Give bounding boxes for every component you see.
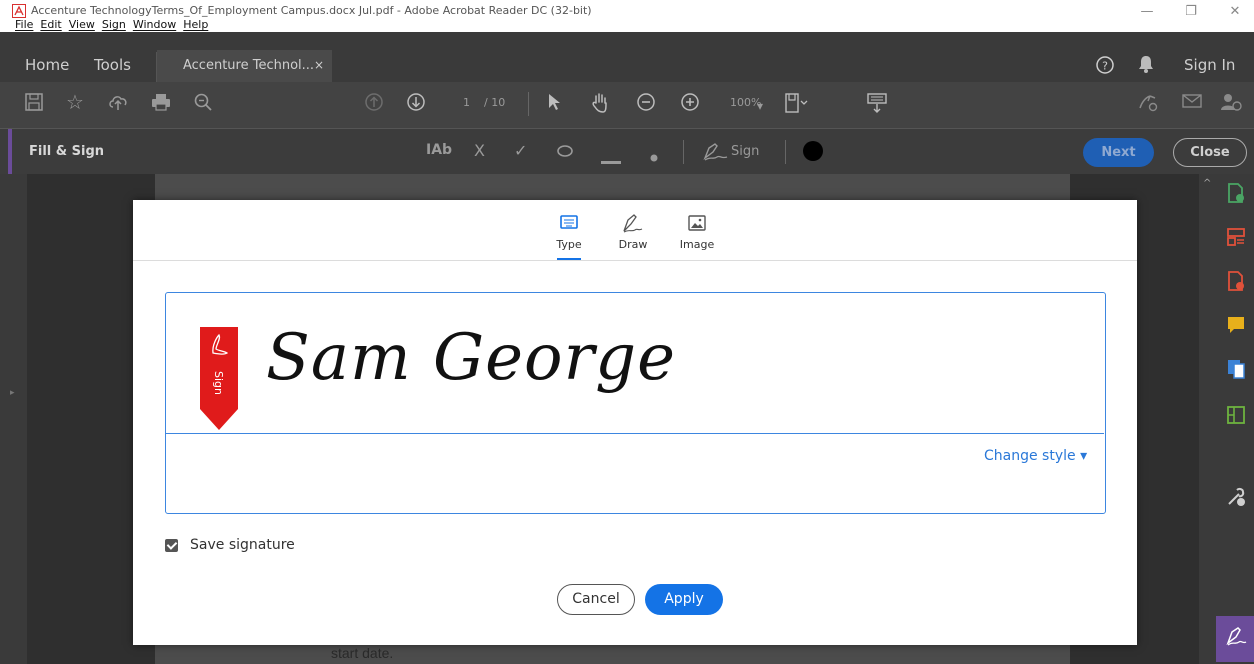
menu-help[interactable]: Help xyxy=(183,18,208,32)
menu-window[interactable]: Window xyxy=(133,18,176,32)
main-toolbar: ☆ ▾ xyxy=(0,82,1254,128)
document-text: start date. xyxy=(331,645,394,661)
add-text-tool[interactable]: IAb xyxy=(426,142,452,158)
share-icon[interactable] xyxy=(1137,92,1159,115)
change-style-dropdown[interactable]: Change style ▾ xyxy=(984,448,1087,464)
select-cursor-icon[interactable] xyxy=(546,92,562,115)
menu-view[interactable]: View xyxy=(69,18,95,32)
sign-pen-icon[interactable] xyxy=(703,142,729,166)
comment-icon[interactable] xyxy=(1225,314,1247,336)
page-up-icon[interactable] xyxy=(364,92,384,115)
help-icon[interactable]: ? xyxy=(1095,55,1115,79)
tab-document-label: Accenture Technol... xyxy=(183,58,315,73)
window-close-button[interactable]: ✕ xyxy=(1220,4,1250,19)
bookmark-star-icon[interactable]: ☆ xyxy=(66,92,84,112)
scroll-mode-icon[interactable] xyxy=(866,92,888,117)
toolbar-divider xyxy=(528,92,529,116)
apply-button[interactable]: Apply xyxy=(645,584,723,615)
tab-image[interactable]: Image xyxy=(675,213,719,251)
fill-sign-panel-icon[interactable] xyxy=(1225,626,1247,648)
tab-close-icon[interactable]: × xyxy=(314,58,324,72)
dot-tool-icon[interactable] xyxy=(650,147,658,166)
bell-icon[interactable] xyxy=(1138,55,1154,77)
zoom-in-icon[interactable] xyxy=(680,92,700,115)
tab-type[interactable]: Type xyxy=(547,213,591,251)
page-number-input[interactable]: 1 xyxy=(463,96,470,109)
scroll-up-icon[interactable]: ^ xyxy=(1203,178,1211,189)
menu-bar: File Edit View Sign Window Help xyxy=(0,18,208,32)
vertical-scrollbar[interactable]: ^ xyxy=(1199,174,1216,664)
cross-mark-tool[interactable]: X xyxy=(474,141,485,160)
fill-sign-title: Fill & Sign xyxy=(29,144,105,159)
email-icon[interactable] xyxy=(1182,92,1202,113)
signature-preview: Sam George xyxy=(266,321,676,395)
page-fit-icon[interactable] xyxy=(784,92,808,117)
check-mark-tool[interactable]: ✓ xyxy=(514,141,527,160)
left-panel-collapsed[interactable]: ▸ xyxy=(0,174,27,664)
save-signature-checkbox[interactable] xyxy=(165,538,178,552)
menu-edit[interactable]: Edit xyxy=(40,18,61,32)
page-total: / 10 xyxy=(484,96,506,109)
minimize-button[interactable]: — xyxy=(1132,4,1162,19)
fill-sign-divider xyxy=(683,140,684,164)
adobe-sign-ribbon-icon: Sign xyxy=(200,327,238,430)
keyboard-icon xyxy=(560,215,578,229)
save-signature-option[interactable]: Save signature xyxy=(165,537,295,553)
tab-tools[interactable]: Tools xyxy=(94,56,131,74)
menu-file[interactable]: File xyxy=(15,18,33,32)
tab-type-label: Type xyxy=(556,238,582,251)
save-icon[interactable] xyxy=(24,92,44,115)
sign-in-link[interactable]: Sign In xyxy=(1184,56,1235,74)
zoom-search-icon[interactable] xyxy=(193,92,213,115)
zoom-out-icon[interactable] xyxy=(636,92,656,115)
page-down-icon[interactable] xyxy=(406,92,426,115)
cancel-button[interactable]: Cancel xyxy=(557,584,635,615)
tabs-divider xyxy=(133,260,1137,261)
tab-image-label: Image xyxy=(679,238,715,251)
title-bar: Accenture TechnologyTerms_Of_Employment … xyxy=(0,0,1254,32)
image-icon xyxy=(688,215,706,231)
signature-dialog: Type Draw Image Sign Sam George Change s… xyxy=(133,200,1137,645)
next-button[interactable]: Next xyxy=(1083,138,1154,167)
create-pdf-icon[interactable] xyxy=(1225,270,1247,292)
line-tool-icon[interactable] xyxy=(601,150,621,169)
fill-sign-toolbar: Fill & Sign IAb X ✓ Sign Next Close xyxy=(0,128,1254,175)
more-tools-icon[interactable] xyxy=(1225,486,1247,508)
acrobat-icon xyxy=(12,4,26,18)
sign-tool-label[interactable]: Sign xyxy=(731,144,759,159)
organize-pages-icon[interactable] xyxy=(1225,226,1247,248)
ribbon-sign-text: Sign xyxy=(212,371,225,395)
fill-sign-divider-2 xyxy=(785,140,786,164)
zoom-level[interactable]: 100% xyxy=(730,96,761,109)
tab-draw[interactable]: Draw xyxy=(611,213,655,251)
window-title: Accenture TechnologyTerms_Of_Employment … xyxy=(31,4,592,17)
expand-panel-icon[interactable]: ▸ xyxy=(10,388,15,398)
maximize-button[interactable]: ❐ xyxy=(1176,4,1206,19)
ellipse-tool-icon[interactable] xyxy=(556,143,574,162)
save-signature-label: Save signature xyxy=(190,537,295,553)
tab-draw-label: Draw xyxy=(618,238,648,251)
upload-cloud-icon[interactable] xyxy=(107,92,129,115)
edit-pdf-icon[interactable] xyxy=(1225,404,1247,426)
combine-files-icon[interactable] xyxy=(1225,358,1247,380)
fill-sign-accent xyxy=(8,129,12,175)
svg-text:?: ? xyxy=(1102,60,1108,73)
export-pdf-icon[interactable] xyxy=(1225,182,1247,204)
right-tools-panel xyxy=(1216,174,1254,664)
add-user-icon[interactable] xyxy=(1220,92,1242,115)
close-button[interactable]: Close xyxy=(1173,138,1247,167)
print-icon[interactable] xyxy=(150,92,172,115)
draw-pen-icon xyxy=(623,214,643,233)
color-picker-icon[interactable] xyxy=(802,140,824,166)
signature-baseline xyxy=(166,433,1104,434)
signature-box[interactable]: Sign Sam George Change style ▾ xyxy=(165,292,1106,514)
tab-home[interactable]: Home xyxy=(25,56,69,74)
tab-document[interactable]: Accenture Technol... × xyxy=(157,50,332,82)
menu-sign[interactable]: Sign xyxy=(102,18,126,32)
hand-tool-icon[interactable] xyxy=(590,92,610,117)
